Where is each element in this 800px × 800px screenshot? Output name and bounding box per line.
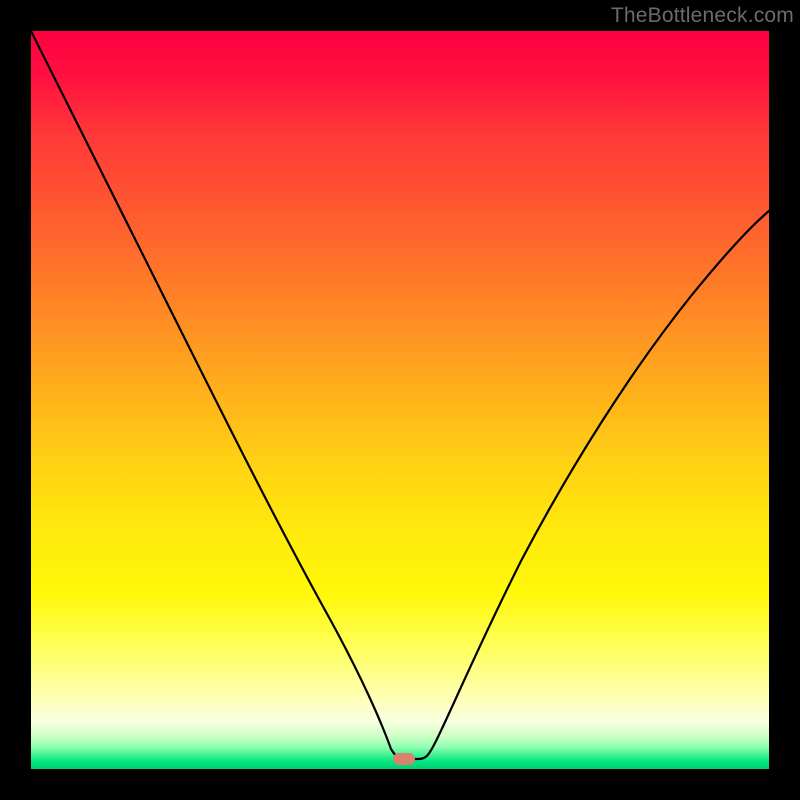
watermark-text: TheBottleneck.com bbox=[611, 4, 794, 28]
curve-path bbox=[31, 31, 769, 759]
plot-area bbox=[31, 31, 769, 769]
bottleneck-curve bbox=[31, 31, 769, 769]
optimal-point-marker bbox=[393, 753, 415, 765]
chart-frame: TheBottleneck.com bbox=[0, 0, 800, 800]
